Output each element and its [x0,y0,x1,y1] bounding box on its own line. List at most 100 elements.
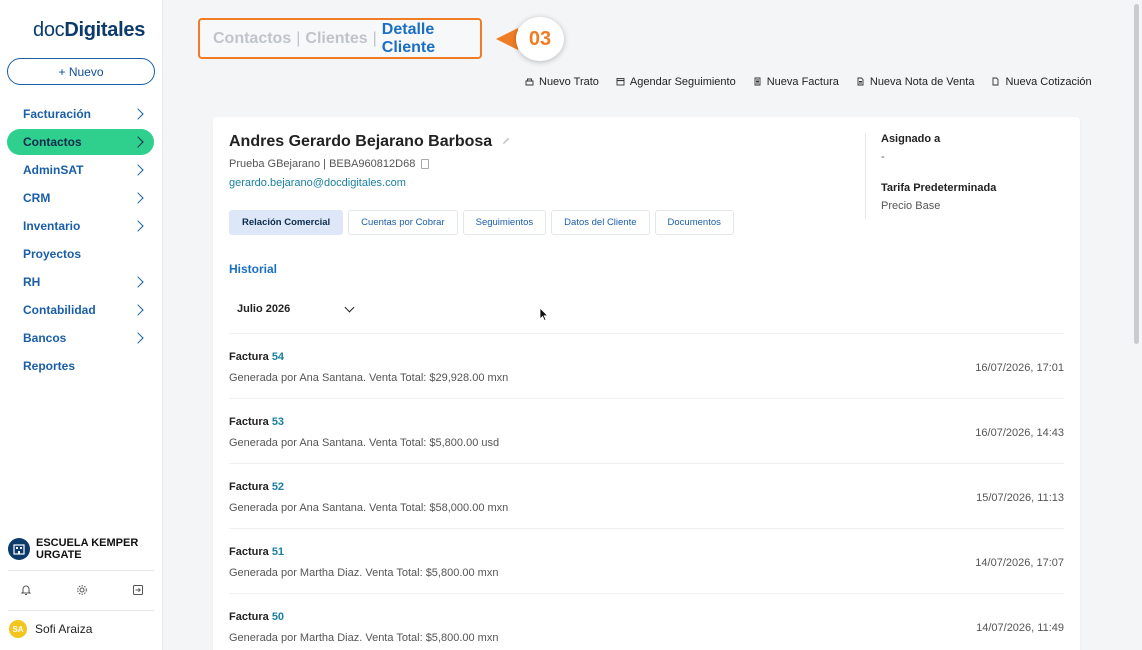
sidebar-item-facturacion[interactable]: Facturación [7,101,154,127]
info-divider [865,133,866,219]
app-logo[interactable]: docDigitales [33,19,145,42]
calendar-icon [616,77,625,88]
assigned-value: - [881,151,885,163]
entry-type: Factura [229,351,269,363]
company-name: ESCUELA KEMPER URGATE [36,537,139,561]
sidebar-item-label: CRM [23,191,51,205]
breadcrumb-separator: | [296,29,301,47]
bell-icon[interactable] [18,582,34,598]
tab-seguimientos[interactable]: Seguimientos [462,210,547,235]
new-button[interactable]: + Nuevo [7,58,155,85]
sidebar-item-label: Bancos [23,331,67,345]
entry-number-link[interactable]: 51 [272,546,284,558]
edit-pencil-icon[interactable] [501,136,511,149]
handshake-icon [525,77,534,88]
sidebar-item-reportes[interactable]: Reportes [7,353,154,379]
chevron-right-icon [132,108,144,120]
sidebar-item-contabilidad[interactable]: Contabilidad [7,297,154,323]
breadcrumb-contactos[interactable]: Contactos [213,30,291,48]
sidebar-item-rh[interactable]: RH [7,269,154,295]
tab-cuentas-por-cobrar[interactable]: Cuentas por Cobrar [348,210,458,235]
sidebar-utility-icons [18,582,146,598]
client-email-link[interactable]: gerardo.bejarano@docdigitales.com [229,177,406,189]
entry-number-link[interactable]: 53 [272,416,284,428]
invoice-icon [753,77,762,88]
chevron-right-icon [132,276,144,288]
tab-relacion-comercial[interactable]: Relación Comercial [229,210,344,235]
sidebar-item-label: RH [23,275,41,289]
entry-number-link[interactable]: 54 [272,351,284,363]
chevron-right-icon [132,192,144,204]
historial-list: Factura 54 Generada por Ana Santana. Ven… [229,333,1064,650]
sidebar-item-label: AdminSAT [23,163,84,177]
sidebar-item-label: Proyectos [23,247,82,261]
client-subtitle: Prueba GBejarano | BEBA960812D68 [229,158,430,170]
entry-description: Generada por Ana Santana. Venta Total: $… [229,437,500,449]
scrollbar-thumb[interactable] [1134,4,1139,344]
company-switcher[interactable]: ESCUELA KEMPER URGATE [8,537,146,561]
logout-icon[interactable] [130,582,146,598]
entry-date: 15/07/2026, 11:13 [976,492,1064,504]
tab-documentos[interactable]: Documentos [654,210,734,235]
sidebar-item-bancos[interactable]: Bancos [7,325,154,351]
chevron-right-icon [132,332,144,344]
user-profile[interactable]: SA Sofi Araiza [9,620,92,638]
client-name: Andres Gerardo Bejarano Barbosa [229,133,511,151]
tariff-label: Tarifa Predeterminada [881,182,997,194]
list-item: Factura 52 Generada por Ana Santana. Ven… [229,463,1064,528]
entry-type: Factura [229,481,269,493]
document-icon [991,77,1000,88]
pointer-arrow-icon [496,28,518,50]
historial-heading: Historial [229,262,278,276]
entry-type: Factura [229,546,269,558]
page-scrollbar[interactable] [1132,0,1142,650]
entry-date: 16/07/2026, 14:43 [975,427,1064,439]
breadcrumb-clientes[interactable]: Clientes [305,30,367,48]
gear-icon[interactable] [74,582,90,598]
list-item: Factura 54 Generada por Ana Santana. Ven… [229,333,1064,398]
client-tabs: Relación Comercial Cuentas por Cobrar Se… [229,210,734,235]
sidebar-item-adminsat[interactable]: AdminSAT [7,157,154,183]
sidebar-item-label: Facturación [23,107,92,121]
copy-icon[interactable] [421,159,430,169]
entry-title: Factura 53 [229,416,284,428]
new-sales-note-button[interactable]: Nueva Nota de Venta [856,76,975,88]
entry-description: Generada por Martha Diaz. Venta Total: $… [229,567,499,579]
month-select[interactable]: Julio 2026 [229,295,363,323]
month-select-value: Julio 2026 [237,303,291,315]
entry-description: Generada por Ana Santana. Venta Total: $… [229,502,509,514]
entry-number-link[interactable]: 52 [272,481,284,493]
chevron-right-icon [132,164,144,176]
new-invoice-button[interactable]: Nueva Factura [753,76,839,88]
chevron-right-icon [132,220,144,232]
breadcrumb-current: Detalle Cliente [381,20,436,56]
client-rfc: Prueba GBejarano | BEBA960812D68 [229,158,416,170]
sidebar-divider [8,610,154,611]
new-quote-button[interactable]: Nueva Cotización [991,76,1092,88]
schedule-followup-button[interactable]: Agendar Seguimiento [616,76,736,88]
new-deal-button[interactable]: Nuevo Trato [525,76,599,88]
tab-datos-del-cliente[interactable]: Datos del Cliente [551,210,650,235]
sidebar-item-contactos[interactable]: Contactos [7,129,154,155]
action-bar: Nuevo Trato Agendar Seguimiento Nueva Fa… [525,76,1092,88]
assigned-label: Asignado a [881,133,941,145]
sidebar-item-proyectos[interactable]: Proyectos [7,241,154,267]
client-detail-card: Andres Gerardo Bejarano Barbosa Prueba G… [213,117,1080,650]
sidebar-menu: Facturación Contactos AdminSAT CRM Inven… [7,101,154,381]
list-item: Factura 50 Generada por Martha Diaz. Ven… [229,593,1064,650]
chevron-down-icon [344,302,355,312]
sidebar-item-crm[interactable]: CRM [7,185,154,211]
sidebar: docDigitales + Nuevo Facturación Contact… [0,0,163,650]
entry-title: Factura 52 [229,481,284,493]
sidebar-item-inventario[interactable]: Inventario [7,213,154,239]
entry-title: Factura 50 [229,611,284,623]
entry-title: Factura 54 [229,351,284,363]
entry-number-link[interactable]: 50 [272,611,284,623]
list-item: Factura 53 Generada por Ana Santana. Ven… [229,398,1064,463]
client-name-text: Andres Gerardo Bejarano Barbosa [229,133,493,150]
step-number: 03 [516,17,564,61]
entry-description: Generada por Ana Santana. Venta Total: $… [229,372,509,384]
logo-main: Digitales [64,19,146,41]
action-label: Nueva Nota de Venta [869,76,975,88]
sidebar-item-label: Inventario [23,219,81,233]
